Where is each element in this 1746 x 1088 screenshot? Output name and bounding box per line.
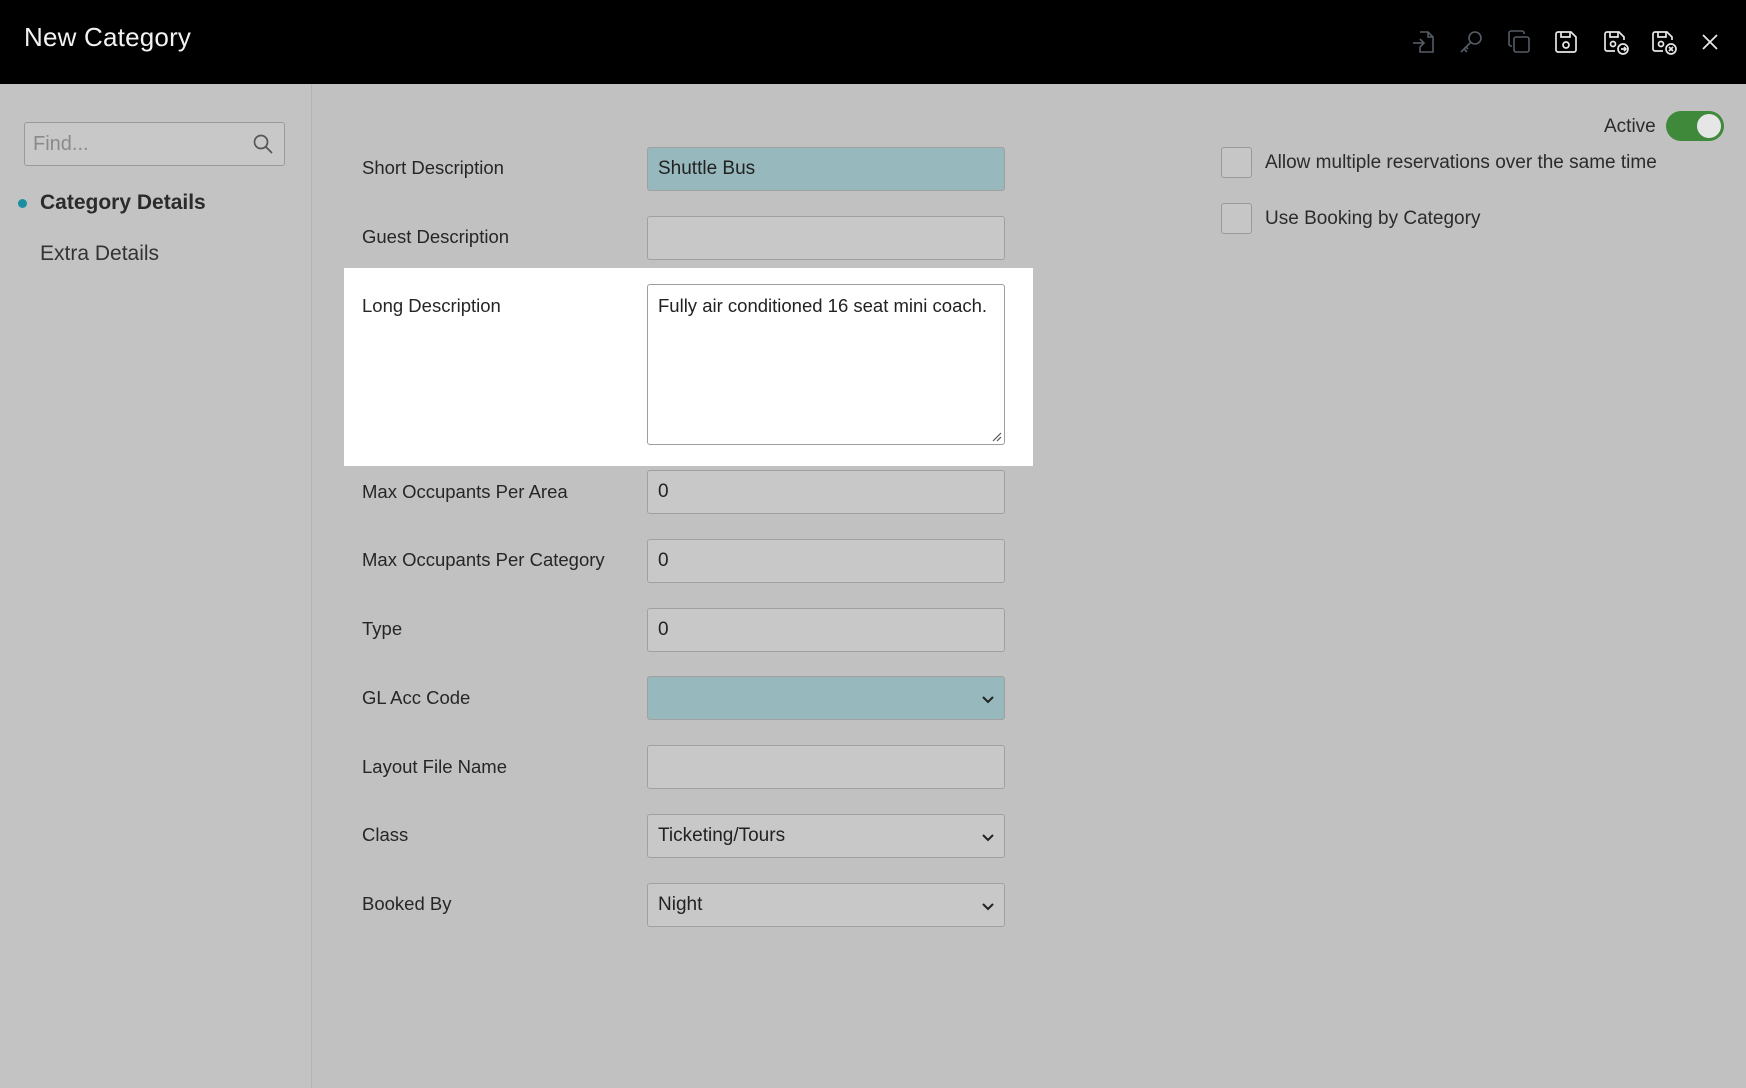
- active-label: Active: [1604, 116, 1656, 137]
- long-description-label: Long Description: [362, 295, 501, 316]
- long-description-textarea[interactable]: Fully air conditioned 16 seat mini coach…: [647, 284, 1005, 445]
- active-indicator-dot: [18, 199, 27, 208]
- class-label: Class: [362, 824, 409, 845]
- copy-button[interactable]: [1501, 24, 1537, 60]
- short-description-label: Short Description: [362, 157, 504, 178]
- guest-description-field[interactable]: [647, 216, 1005, 260]
- layout-file-name-label: Layout File Name: [362, 756, 507, 777]
- gl-acc-code-label: GL Acc Code: [362, 687, 471, 708]
- toggle-knob: [1697, 114, 1721, 138]
- form-area: Short Description Shuttle Bus Guest Desc…: [313, 84, 1746, 1088]
- search-input[interactable]: [25, 123, 245, 165]
- class-select[interactable]: Ticketing/Tours: [647, 814, 1005, 858]
- import-button[interactable]: [1405, 24, 1441, 60]
- key-icon: [1460, 31, 1482, 53]
- long-description-text: Fully air conditioned 16 seat mini coach…: [658, 295, 988, 316]
- max-occupants-category-label: Max Occupants Per Category: [362, 549, 605, 570]
- copy-icon: [1508, 30, 1530, 53]
- save-and-close-button[interactable]: [1646, 24, 1682, 60]
- title-bar: New Category: [0, 0, 1746, 84]
- search-box: [24, 122, 285, 166]
- max-occupants-area-field[interactable]: 0: [647, 470, 1005, 514]
- save-and-new-button[interactable]: [1598, 24, 1634, 60]
- max-occupants-category-field[interactable]: 0: [647, 539, 1005, 583]
- use-booking-checkbox[interactable]: [1221, 203, 1252, 234]
- sidebar-item-extra-details[interactable]: Extra Details: [40, 242, 159, 266]
- sidebar: Category Details Extra Details: [0, 84, 312, 1088]
- search-icon[interactable]: [252, 133, 274, 155]
- use-booking-label: Use Booking by Category: [1265, 208, 1481, 229]
- guest-description-label: Guest Description: [362, 226, 510, 247]
- save-and-close-icon: [1652, 31, 1677, 55]
- close-icon: [1702, 34, 1718, 50]
- max-occupants-area-label: Max Occupants Per Area: [362, 481, 568, 502]
- allow-multiple-label: Allow multiple reservations over the sam…: [1265, 152, 1657, 173]
- chevron-down-icon: [982, 834, 994, 842]
- class-value: Ticketing/Tours: [658, 825, 786, 846]
- resize-handle-icon[interactable]: [990, 430, 1002, 442]
- chevron-down-icon: [982, 696, 994, 704]
- booked-by-value: Night: [658, 894, 703, 915]
- save-button[interactable]: [1548, 24, 1584, 60]
- sidebar-item-category-details[interactable]: Category Details: [40, 191, 206, 215]
- gl-acc-code-select[interactable]: [647, 676, 1005, 720]
- window-title: New Category: [24, 22, 192, 52]
- key-button[interactable]: [1453, 24, 1489, 60]
- save-icon: [1555, 31, 1577, 53]
- booked-by-label: Booked By: [362, 893, 452, 914]
- active-toggle[interactable]: [1666, 111, 1724, 141]
- allow-multiple-checkbox[interactable]: [1221, 147, 1252, 178]
- chevron-down-icon: [982, 903, 994, 911]
- import-icon: [1413, 31, 1434, 53]
- close-button[interactable]: [1692, 24, 1728, 60]
- type-field[interactable]: 0: [647, 608, 1005, 652]
- layout-file-name-field[interactable]: [647, 745, 1005, 789]
- short-description-field[interactable]: Shuttle Bus: [647, 147, 1005, 191]
- save-and-new-icon: [1604, 31, 1629, 55]
- booked-by-select[interactable]: Night: [647, 883, 1005, 927]
- type-label: Type: [362, 618, 403, 639]
